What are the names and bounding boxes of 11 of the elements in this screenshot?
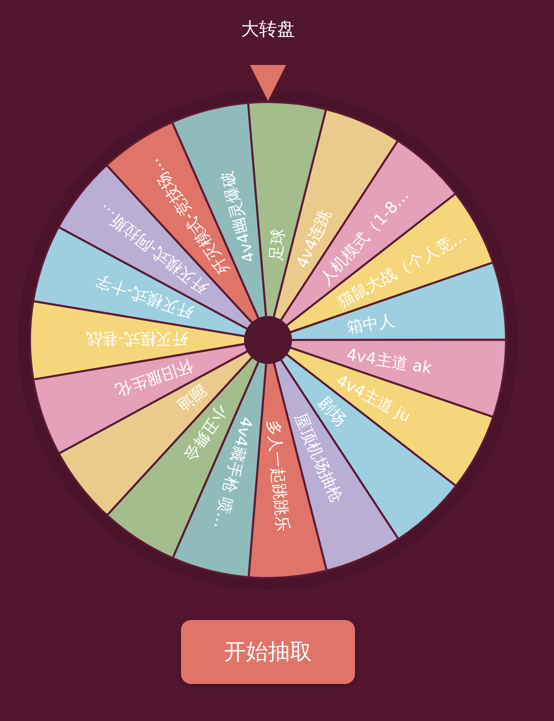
segment-label: 剧场 [314, 393, 350, 430]
segment-label: 多人一起跳跳乐 [264, 419, 293, 532]
pointer-icon [250, 65, 286, 101]
segment-label: 足球 [266, 228, 288, 262]
segment-label: 歼灭模式-巷战 [86, 330, 188, 349]
wheel-hub [244, 316, 292, 364]
start-button[interactable]: 开始抽取 [181, 620, 355, 684]
segment-label: 蹦迪 [173, 380, 210, 416]
wheel-title: 大转盘 [241, 18, 295, 42]
segment-label: 箱中人 [345, 310, 396, 338]
segment-label: 4v4主道 ak [345, 344, 434, 378]
